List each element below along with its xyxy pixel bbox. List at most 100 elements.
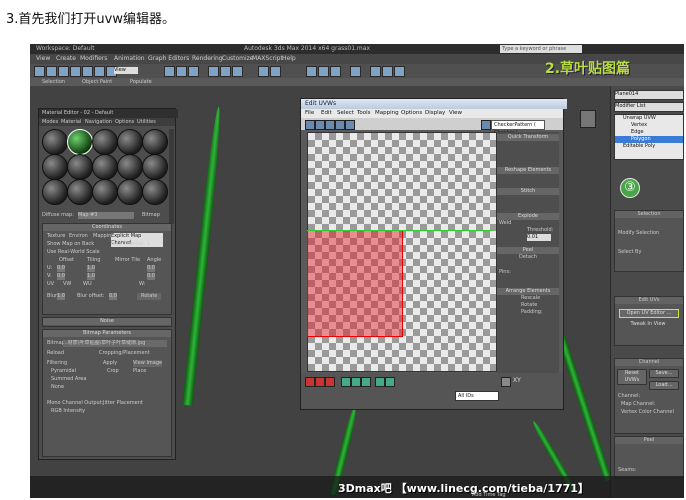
stack-editable-poly[interactable]: Editable Poly — [615, 143, 683, 150]
bitmap-path-button[interactable]: ...材质\叶草贴图\草叶子叶草缝隙.jpg — [63, 340, 167, 347]
show-map-icon[interactable] — [481, 120, 491, 130]
selection-header[interactable]: Selection — [615, 211, 683, 218]
pyramidal-radio[interactable]: Pyramidal — [51, 368, 76, 375]
map-type-button[interactable]: Bitmap — [142, 212, 160, 219]
loop-icon[interactable] — [375, 377, 385, 387]
schematic-icon[interactable] — [330, 66, 341, 77]
save-button[interactable]: Save... — [649, 369, 679, 378]
render-setup-icon[interactable] — [370, 66, 381, 77]
add-time-tag[interactable]: Add Time Tag — [472, 492, 506, 498]
menu-graph-editors[interactable]: Graph Editors — [148, 54, 189, 64]
menu-mapping[interactable]: Mapping — [375, 109, 399, 118]
open-uv-editor-button[interactable]: Open UV Editor ... — [619, 309, 679, 318]
menu-file[interactable]: File — [305, 109, 314, 118]
material-slot[interactable] — [142, 154, 168, 180]
stack-unwrap-uvw[interactable]: Unwrap UVW — [615, 115, 683, 122]
bitmap-params-header[interactable]: Bitmap Parameters — [43, 330, 171, 337]
u-angle-field[interactable]: 0.0 — [147, 265, 155, 272]
menu-navigation[interactable]: Navigation — [85, 118, 112, 126]
reshape-elements-header[interactable]: Reshape Elements — [497, 167, 559, 174]
material-slot[interactable] — [42, 154, 68, 180]
angle-snap-icon[interactable] — [220, 66, 231, 77]
vertex-color-channel-radio[interactable]: Vertex Color Channel — [621, 409, 674, 416]
quick-transform-header[interactable]: Quick Transform — [497, 134, 559, 141]
edit-uvs-header[interactable]: Edit UVs — [615, 297, 683, 304]
threshold-field[interactable]: 0.01 — [527, 234, 551, 241]
material-slot[interactable] — [42, 179, 68, 205]
menu-animation[interactable]: Animation — [114, 54, 145, 64]
ring-icon[interactable] — [385, 377, 395, 387]
scale-icon[interactable] — [188, 66, 199, 77]
menu-help[interactable]: Help — [282, 54, 296, 64]
move-icon[interactable] — [164, 66, 175, 77]
menu-material[interactable]: Material — [61, 118, 81, 126]
map-channel-radio[interactable]: Map Channel: — [621, 401, 655, 408]
peel-header[interactable]: Peel — [615, 437, 683, 444]
rgb-intensity-radio[interactable]: RGB Intensity — [51, 408, 85, 415]
channel-header[interactable]: Channel — [615, 359, 683, 366]
redo-icon[interactable] — [46, 66, 57, 77]
snap-icon[interactable] — [208, 66, 219, 77]
tab-object-paint[interactable]: Object Paint — [82, 78, 112, 86]
checker-pattern-dropdown[interactable]: CheckerPattern ( Checker ) — [491, 120, 545, 136]
peel-header[interactable]: Peel — [497, 247, 559, 254]
coordinates-header[interactable]: Coordinates — [43, 224, 171, 231]
layer-icon[interactable] — [306, 66, 317, 77]
place-radio[interactable]: Place — [133, 368, 146, 375]
environ-radio[interactable]: Environ — [69, 233, 88, 240]
none-radio[interactable]: None — [51, 384, 64, 391]
uv-radio[interactable]: UV — [47, 281, 54, 288]
rotate-checkbox[interactable]: Rotate — [497, 302, 559, 309]
menu-maxscript[interactable]: MAXScript — [252, 54, 283, 64]
stitch-header[interactable]: Stitch — [497, 188, 559, 195]
material-slot[interactable] — [92, 129, 118, 155]
menu-rendering[interactable]: Rendering — [192, 54, 223, 64]
v-offset-field[interactable]: 0.0 — [57, 273, 65, 280]
grow-selection-icon[interactable] — [351, 377, 361, 387]
percent-snap-icon[interactable] — [232, 66, 243, 77]
select-element-icon[interactable] — [341, 377, 351, 387]
map-name-field[interactable]: Map #3 — [78, 212, 134, 219]
show-map-back-checkbox[interactable]: Show Map on Back — [47, 241, 94, 248]
stack-polygon[interactable]: Polygon — [615, 136, 683, 143]
polygon-mode-icon[interactable] — [325, 377, 335, 387]
texture-radio[interactable]: Texture — [47, 233, 65, 240]
unlink-icon[interactable] — [70, 66, 81, 77]
menu-edit[interactable]: Edit — [321, 109, 332, 118]
menu-select[interactable]: Select — [337, 109, 354, 118]
workspace-selector[interactable]: Workspace: Default — [36, 44, 95, 54]
tab-selection[interactable]: Selection — [42, 78, 65, 86]
search-input[interactable]: Type a keyword or phrase — [500, 45, 582, 53]
rotate-icon[interactable] — [315, 120, 325, 130]
menu-options[interactable]: Options — [115, 118, 134, 126]
material-editor-icon[interactable] — [350, 66, 361, 77]
tweak-in-view-button[interactable]: Tweak In View — [619, 321, 677, 328]
vertex-mode-icon[interactable] — [305, 377, 315, 387]
rescale-checkbox[interactable]: Rescale — [497, 295, 559, 302]
link-icon[interactable] — [58, 66, 69, 77]
lock-icon[interactable] — [501, 377, 511, 387]
shrink-selection-icon[interactable] — [361, 377, 371, 387]
blur-offset-field[interactable]: 0.0 — [109, 293, 117, 300]
rotate-icon[interactable] — [176, 66, 187, 77]
material-slot[interactable] — [117, 179, 143, 205]
menu-view[interactable]: View — [449, 109, 462, 118]
xy-toggle[interactable]: XY — [513, 377, 521, 384]
u-tiling-field[interactable]: 1.0 — [87, 265, 95, 272]
blur-field[interactable]: 1.0 — [57, 293, 65, 300]
selected-uv-faces[interactable] — [307, 230, 403, 337]
scale-icon[interactable] — [325, 120, 335, 130]
mirror-icon[interactable] — [258, 66, 269, 77]
rotate-button[interactable]: Rotate — [137, 293, 162, 300]
material-slot[interactable] — [117, 129, 143, 155]
filter-icon[interactable] — [94, 66, 105, 77]
material-slot[interactable] — [142, 129, 168, 155]
menu-tools[interactable]: Tools — [357, 109, 371, 118]
menu-view[interactable]: View — [36, 54, 50, 64]
arrange-elements-header[interactable]: Arrange Elements — [497, 288, 559, 295]
menu-display[interactable]: Display — [425, 109, 445, 118]
menu-customize[interactable]: Customize — [222, 54, 254, 64]
material-slot-active[interactable] — [67, 129, 93, 155]
explode-header[interactable]: Explode — [497, 213, 559, 220]
view-dropdown[interactable]: View — [114, 67, 138, 74]
